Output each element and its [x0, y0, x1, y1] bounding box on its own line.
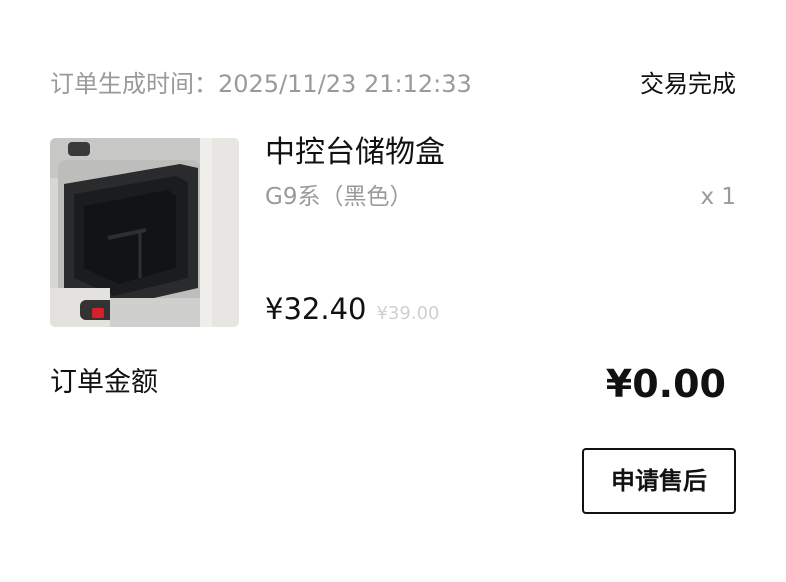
- order-status: 交易完成: [640, 70, 736, 98]
- product-title[interactable]: 中控台储物盒: [265, 132, 445, 174]
- price-current: ¥32.40: [265, 292, 367, 326]
- order-time-label: 订单生成时间：: [50, 70, 218, 98]
- order-header: 订单生成时间：2025/11/23 21:12:33 交易完成: [50, 66, 736, 102]
- product-variant: G9系（黑色）: [265, 184, 413, 210]
- product-quantity: x 1: [700, 184, 736, 210]
- order-amount-value: ¥0.00: [605, 362, 726, 406]
- order-time-value: 2025/11/23 21:12:33: [218, 70, 472, 98]
- after-sale-button[interactable]: 申请售后: [582, 448, 736, 514]
- product-image[interactable]: [50, 138, 239, 327]
- order-time-row: 订单生成时间：2025/11/23 21:12:33: [50, 66, 472, 102]
- order-amount-label: 订单金额: [50, 367, 158, 398]
- price-original: ¥39.00: [376, 303, 440, 324]
- storage-box-photo: [50, 138, 239, 327]
- price-row: ¥32.40 ¥39.00: [265, 288, 439, 330]
